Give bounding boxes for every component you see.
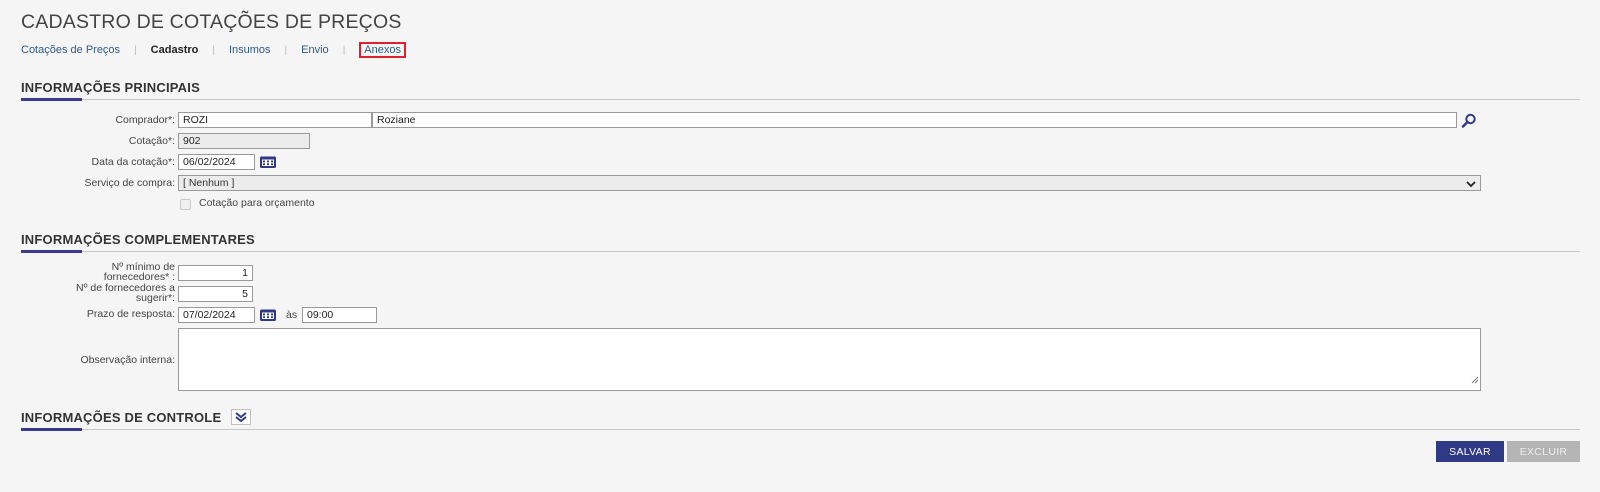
prazo-resposta-date-input[interactable]: 07/02/2024: [178, 307, 255, 323]
delete-button[interactable]: EXCLUIR: [1507, 441, 1580, 462]
resize-handle-icon[interactable]: [1471, 371, 1479, 389]
servico-compra-select[interactable]: [ Nenhum ]: [178, 175, 1481, 191]
section-title-text: INFORMAÇÕES COMPLEMENTARES: [21, 232, 255, 247]
breadcrumb-separator: |: [212, 44, 215, 56]
cotacao-orcamento-checkbox[interactable]: [180, 199, 191, 210]
cotacao-label: Cotação*:: [128, 135, 175, 147]
min-fornecedores-input[interactable]: 1: [178, 265, 253, 281]
section-title-text: INFORMAÇÕES PRINCIPAIS: [21, 80, 200, 95]
tab-envio[interactable]: Envio: [301, 44, 329, 56]
tab-cadastro[interactable]: Cadastro: [151, 44, 199, 56]
page-title: CADASTRO DE COTAÇÕES DE PREÇOS: [21, 11, 402, 33]
cotacao-field: 902: [178, 133, 310, 149]
breadcrumb-separator: |: [284, 44, 288, 56]
section-title: INFORMAÇÕES PRINCIPAIS: [21, 80, 1580, 101]
comprador-code-input[interactable]: ROZI: [178, 112, 372, 128]
search-icon[interactable]: [1459, 112, 1479, 128]
prazo-resposta-time-input[interactable]: 09:00: [302, 307, 377, 323]
section-title: INFORMAÇÕES DE CONTROLE: [21, 409, 1580, 431]
servico-compra-label: Serviço de compra:: [84, 177, 175, 189]
tab-anexos[interactable]: Anexos: [359, 42, 406, 58]
breadcrumb-separator: |: [134, 44, 137, 56]
section-informacoes-principais: INFORMAÇÕES PRINCIPAIS: [21, 80, 1580, 101]
save-button[interactable]: SALVAR: [1436, 441, 1504, 462]
fornecedores-sugerir-input[interactable]: 5: [178, 286, 253, 302]
tab-cotacoes-de-precos[interactable]: Cotações de Preços: [21, 44, 120, 56]
min-fornecedores-label: Nº mínimo de fornecedores* :: [103, 261, 175, 283]
cotacao-orcamento-label: Cotação para orçamento: [199, 197, 315, 209]
chevron-down-icon: [1466, 179, 1476, 191]
breadcrumb-separator: |: [342, 44, 346, 56]
section-title: INFORMAÇÕES COMPLEMENTARES: [21, 232, 1580, 253]
fornecedores-sugerir-label: Nº de fornecedores a sugerir*:: [76, 282, 175, 304]
calendar-icon[interactable]: [258, 307, 278, 323]
section-informacoes-de-controle: INFORMAÇÕES DE CONTROLE: [21, 409, 1580, 431]
comprador-label: Comprador*:: [115, 114, 175, 126]
double-chevron-down-icon[interactable]: [231, 409, 252, 425]
as-label: às: [286, 309, 298, 321]
servico-compra-value: [ Nenhum ]: [183, 177, 235, 189]
comprador-name-input[interactable]: Roziane: [372, 112, 1457, 128]
data-cotacao-input[interactable]: 06/02/2024: [178, 154, 255, 170]
data-cotacao-label: Data da cotação*:: [91, 156, 175, 168]
prazo-resposta-label: Prazo de resposta:: [86, 308, 175, 320]
observacao-interna-textarea[interactable]: [178, 328, 1481, 391]
calendar-icon[interactable]: [258, 154, 278, 170]
section-title-text: INFORMAÇÕES DE CONTROLE: [21, 409, 222, 425]
tab-insumos[interactable]: Insumos: [229, 44, 271, 56]
section-informacoes-complementares: INFORMAÇÕES COMPLEMENTARES: [21, 232, 1580, 253]
breadcrumb: Cotações de Preços | Cadastro | Insumos …: [21, 42, 406, 58]
observacao-interna-label: Observação interna:: [80, 354, 175, 366]
